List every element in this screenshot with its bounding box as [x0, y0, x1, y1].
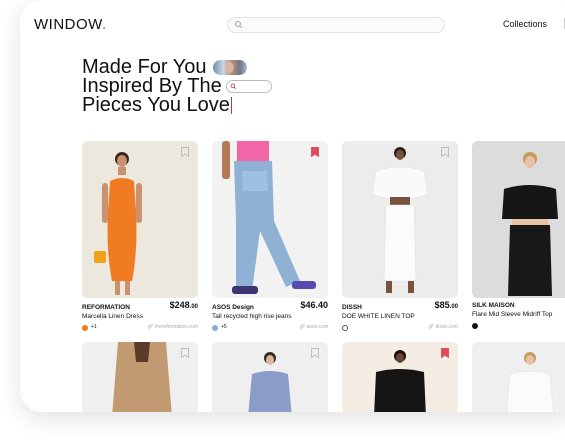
product-card[interactable]: ASOS Design $46.40 Tall recycled high ri…: [212, 141, 328, 332]
hero-photo-pill: [212, 60, 247, 75]
hero-heading: Made For You Inspired By The Pieces You …: [82, 57, 272, 116]
product-site-link[interactable]: 🔗︎ thereformation.com: [147, 323, 198, 332]
color-swatch[interactable]: [212, 324, 218, 331]
product-brand: SILK MAISON: [472, 302, 515, 309]
product-site-link[interactable]: 🔗︎ asos.com: [299, 323, 328, 332]
product-image[interactable]: [82, 141, 198, 298]
bookmark-icon[interactable]: [441, 147, 449, 157]
product-price: $85.00: [434, 300, 458, 311]
search-input[interactable]: [227, 17, 445, 33]
product-name: Marcella Linen Dress: [82, 313, 144, 320]
product-brand: ASOS Design: [212, 304, 254, 311]
product-meta: ASOS Design $46.40 Tall recycled high ri…: [212, 301, 328, 332]
product-photo-white-linen: [342, 141, 458, 298]
extra-colors-count: +1: [91, 324, 97, 330]
product-image[interactable]: [342, 342, 458, 412]
product-image[interactable]: [82, 342, 198, 412]
product-brand: DISSH: [342, 304, 362, 311]
product-brand: REFORMATION: [82, 304, 130, 311]
product-meta: SILK MAISON Flare Mid Sleeve Midriff Top…: [472, 301, 565, 330]
product-name: Flare Mid Sleeve Midriff Top: [472, 311, 553, 318]
extra-colors-count: +5: [221, 324, 227, 330]
hero-line-3-text: Pieces You Love: [82, 94, 230, 116]
color-swatch[interactable]: [82, 324, 88, 331]
product-meta: REFORMATION $248.00 Marcella Linen Dress…: [82, 301, 198, 332]
bookmark-icon[interactable]: [311, 147, 319, 157]
product-image[interactable]: [472, 342, 565, 412]
logo-dot: .: [102, 16, 107, 33]
logo-text: WINDOW: [34, 16, 102, 33]
color-swatch[interactable]: [472, 322, 478, 329]
color-swatch[interactable]: [342, 324, 348, 331]
bookmark-icon[interactable]: [311, 348, 319, 358]
product-photo-black-set: [472, 141, 565, 298]
hero-search-pill: [225, 80, 272, 93]
product-price: $46.40: [300, 300, 328, 310]
product-image[interactable]: [342, 141, 458, 298]
search-icon: [230, 83, 236, 90]
top-bar: WINDOW. Collections: [20, 0, 565, 46]
app-window: WINDOW. Collections Made For You Inspire…: [20, 0, 565, 412]
hero-line-3: Pieces You Love: [82, 94, 272, 116]
color-swatches[interactable]: [342, 324, 348, 331]
color-swatches[interactable]: [472, 322, 478, 329]
product-card[interactable]: DISSH $85.00 DOE WHITE LINEN TOP 🔗︎ diss…: [342, 141, 458, 332]
bookmark-icon[interactable]: [181, 147, 189, 157]
color-swatches[interactable]: +5: [212, 323, 227, 332]
product-photo-orange-dress: [82, 141, 198, 298]
search-icon: [235, 21, 243, 29]
bookmark-icon[interactable]: [181, 348, 189, 358]
color-swatches[interactable]: +1: [82, 323, 97, 332]
bookmark-icon[interactable]: [441, 348, 449, 358]
product-image[interactable]: [212, 342, 328, 412]
product-name: DOE WHITE LINEN TOP: [342, 313, 415, 320]
product-card[interactable]: [82, 342, 198, 412]
product-site-link[interactable]: 🔗︎ dissh.com: [428, 323, 458, 332]
text-cursor: [230, 97, 232, 114]
product-meta: DISSH $85.00 DOE WHITE LINEN TOP 🔗︎ diss…: [342, 301, 458, 332]
product-card[interactable]: [212, 342, 328, 412]
product-photo-white-blouse: [472, 342, 565, 412]
nav-collections-link[interactable]: Collections: [503, 19, 547, 29]
product-card[interactable]: [472, 342, 565, 412]
product-name: Tall recycled high rise jeans: [212, 313, 292, 320]
product-photo-jeans: [212, 141, 328, 298]
product-image[interactable]: [212, 141, 328, 298]
logo[interactable]: WINDOW.: [34, 16, 107, 33]
product-image[interactable]: [472, 141, 565, 298]
product-card[interactable]: SILK MAISON Flare Mid Sleeve Midriff Top…: [472, 141, 565, 330]
product-card[interactable]: [342, 342, 458, 412]
product-price: $248.00: [169, 300, 198, 311]
product-card[interactable]: REFORMATION $248.00 Marcella Linen Dress…: [82, 141, 198, 332]
